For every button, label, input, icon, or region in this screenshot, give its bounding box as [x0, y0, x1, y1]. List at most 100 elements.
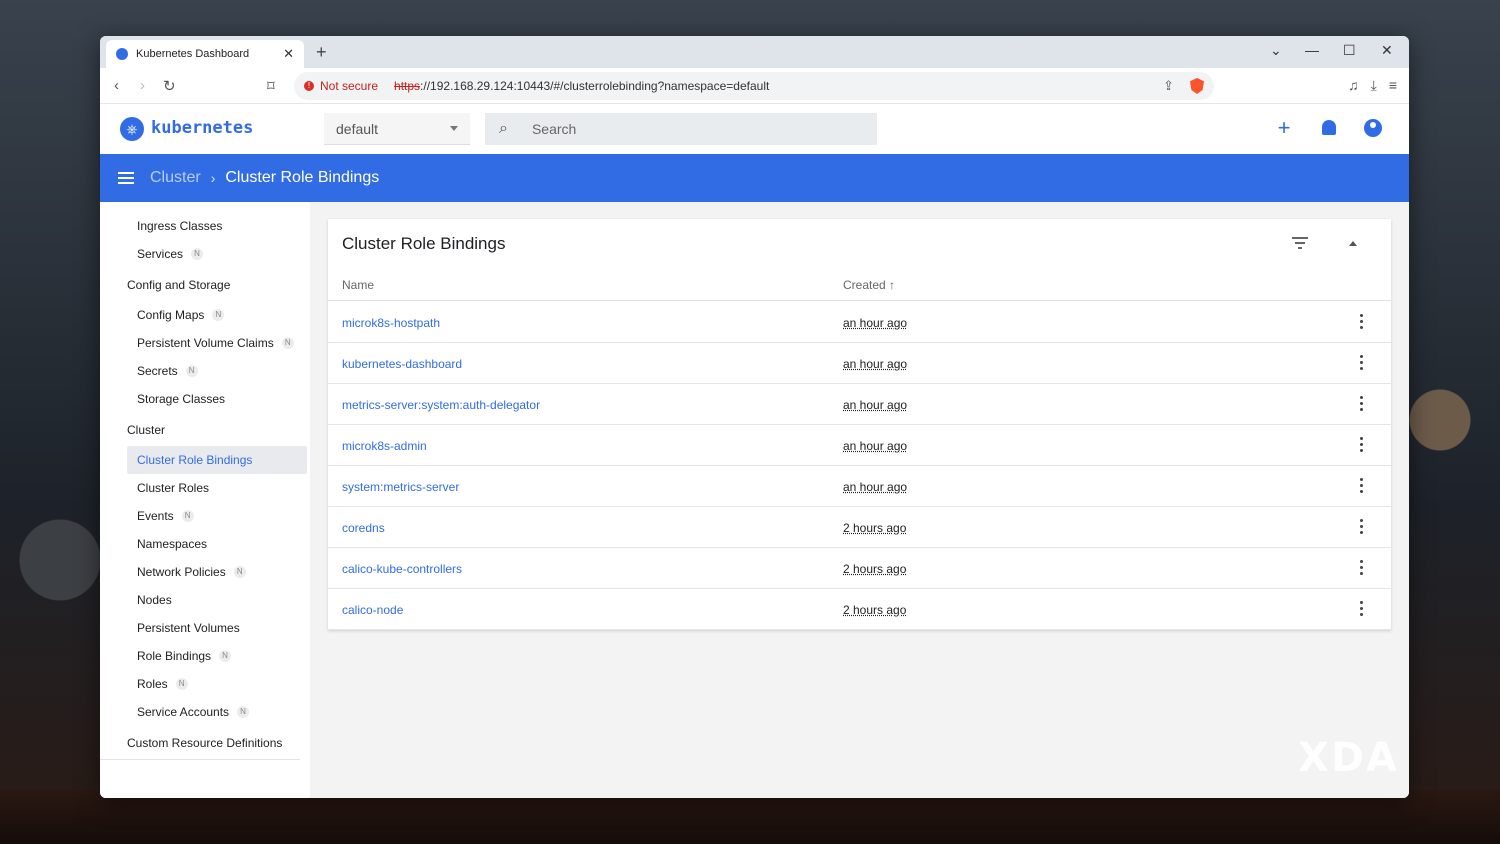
binding-name-link[interactable]: system:metrics-server [342, 480, 459, 494]
minimize-icon[interactable]: — [1305, 42, 1319, 58]
sidebar-item-ingress-classes[interactable]: Ingress Classes [100, 212, 310, 240]
sidebar-item-config-maps[interactable]: Config Maps N [100, 301, 310, 329]
card-title: Cluster Role Bindings [342, 234, 506, 253]
search-icon: ⌕ [499, 120, 508, 137]
binding-name-link[interactable]: coredns [342, 521, 385, 535]
breadcrumb-bar: Cluster › Cluster Role Bindings [100, 154, 1409, 202]
cluster-role-bindings-card: Cluster Role Bindings Name Created ↑ mic… [328, 219, 1391, 630]
share-icon[interactable]: ⇪ [1163, 78, 1174, 94]
more-vert-icon[interactable] [1356, 355, 1366, 371]
sidebar-item-roles[interactable]: Roles N [100, 670, 310, 698]
column-header-name[interactable]: Name [342, 278, 374, 292]
new-tab-icon[interactable]: + [316, 42, 327, 63]
sidebar-item-service-accounts[interactable]: Service Accounts N [100, 698, 310, 726]
maximize-icon[interactable]: ☐ [1343, 42, 1356, 59]
sidebar-item-secrets[interactable]: Secrets N [100, 357, 310, 385]
more-vert-icon[interactable] [1356, 314, 1366, 330]
sidebar-item-persistent-volumes[interactable]: Persistent Volumes [100, 614, 310, 642]
kubernetes-logo-icon[interactable]: ⎈ [120, 117, 144, 141]
more-vert-icon[interactable] [1356, 519, 1366, 535]
close-window-icon[interactable]: ✕ [1381, 42, 1393, 59]
more-vert-icon[interactable] [1356, 396, 1366, 412]
binding-name-link[interactable]: kubernetes-dashboard [342, 357, 462, 371]
more-vert-icon[interactable] [1356, 601, 1366, 617]
sidebar-item-events[interactable]: Events N [100, 502, 310, 530]
collapse-up-icon[interactable] [1349, 241, 1357, 246]
sidebar-item-nodes[interactable]: Nodes [100, 586, 310, 614]
namespaced-badge: N [219, 650, 232, 662]
security-label[interactable]: Not secure [320, 79, 378, 93]
more-vert-icon[interactable] [1356, 478, 1366, 494]
created-time: 2 hours ago [843, 603, 907, 617]
created-time: an hour ago [843, 316, 908, 330]
table-row: coredns 2 hours ago [328, 507, 1391, 548]
desktop-wallpaper-floor [0, 790, 1500, 844]
binding-name-link[interactable]: microk8s-hostpath [342, 316, 440, 330]
created-time: an hour ago [843, 398, 908, 412]
sidebar-item-role-bindings[interactable]: Role Bindings N [100, 642, 310, 670]
table-row: calico-kube-controllers 2 hours ago [328, 548, 1391, 589]
namespaced-badge: N [212, 309, 225, 321]
namespaced-badge: N [181, 510, 194, 522]
binding-name-link[interactable]: microk8s-admin [342, 439, 427, 453]
binding-name-link[interactable]: metrics-server:system:auth-delegator [342, 398, 540, 412]
namespaced-badge: N [281, 337, 294, 349]
url-text: ://192.168.29.124:10443/#/clusterrolebin… [420, 79, 770, 93]
namespace-select[interactable]: default [324, 113, 470, 145]
binding-name-link[interactable]: calico-kube-controllers [342, 562, 462, 576]
bookmark-icon[interactable]: ⌑ [267, 77, 275, 95]
address-bar[interactable]: ! Not secure https ://192.168.29.124:104… [294, 72, 1214, 100]
tab-search-icon[interactable]: ⌄ [1270, 42, 1282, 59]
notifications-bell-icon[interactable] [1318, 117, 1340, 139]
account-icon[interactable] [1362, 117, 1384, 139]
browser-window: Kubernetes Dashboard ✕ + ⌄ — ☐ ✕ ‹ › ↻ ⌑… [100, 36, 1409, 798]
created-time: 2 hours ago [843, 562, 907, 576]
back-icon[interactable]: ‹ [114, 77, 119, 94]
filter-icon[interactable] [1292, 237, 1308, 249]
hamburger-menu-icon[interactable] [118, 172, 134, 184]
url-scheme: https [394, 79, 421, 93]
sidebar-item-services[interactable]: Services N [100, 240, 310, 268]
browser-tab[interactable]: Kubernetes Dashboard ✕ [106, 40, 304, 68]
create-plus-icon[interactable]: + [1273, 117, 1295, 139]
search-input[interactable]: ⌕ Search [485, 113, 877, 145]
table-row: calico-node 2 hours ago [328, 589, 1391, 630]
namespaced-badge: N [175, 678, 188, 690]
kubernetes-favicon-icon [116, 48, 128, 60]
namespaced-badge: N [233, 566, 246, 578]
breadcrumb-parent[interactable]: Cluster [150, 169, 201, 187]
table-row: microk8s-admin an hour ago [328, 425, 1391, 466]
more-vert-icon[interactable] [1356, 437, 1366, 453]
reload-icon[interactable]: ↻ [163, 77, 176, 95]
brave-shield-icon[interactable] [1190, 78, 1204, 94]
sidebar-section-crds[interactable]: Custom Resource Definitions [100, 726, 310, 759]
column-header-created[interactable]: Created ↑ [843, 278, 895, 292]
sidebar-section-config[interactable]: Config and Storage [100, 268, 310, 301]
sidebar: Ingress Classes Services N Config and Sto… [100, 202, 310, 798]
browser-toolbar: ‹ › ↻ ⌑ ! Not secure https ://192.168.29… [100, 68, 1409, 104]
sidebar-item-network-policies[interactable]: Network Policies N [100, 558, 310, 586]
sidebar-item-namespaces[interactable]: Namespaces [100, 530, 310, 558]
table-header: Name Created ↑ [328, 267, 1391, 301]
sidebar-item-cluster-roles[interactable]: Cluster Roles [100, 474, 310, 502]
caret-down-icon [450, 126, 458, 131]
main-content: Ingress Classes Services N Config and Sto… [100, 202, 1409, 798]
sidebar-section-cluster[interactable]: Cluster [100, 413, 310, 446]
download-icon[interactable]: ⤓ [1371, 77, 1377, 94]
created-time: an hour ago [843, 357, 908, 371]
xda-watermark-logo: XDA [1298, 735, 1399, 781]
sidebar-item-cluster-role-bindings[interactable]: Cluster Role Bindings [127, 446, 307, 474]
brand-name[interactable]: kubernetes [151, 118, 253, 138]
table-row: system:metrics-server an hour ago [328, 466, 1391, 507]
menu-icon[interactable]: ≡ [1389, 77, 1397, 94]
table-row: kubernetes-dashboard an hour ago [328, 343, 1391, 384]
sidebar-item-storage-classes[interactable]: Storage Classes [100, 385, 310, 413]
sidebar-item-pvcs[interactable]: Persistent Volume Claims N [100, 329, 310, 357]
tab-close-icon[interactable]: ✕ [283, 46, 294, 62]
namespaced-badge: N [191, 248, 204, 260]
more-vert-icon[interactable] [1356, 560, 1366, 576]
forward-icon[interactable]: › [140, 77, 145, 94]
media-icon[interactable]: ♫ [1348, 77, 1359, 94]
warning-icon: ! [304, 81, 314, 91]
binding-name-link[interactable]: calico-node [342, 603, 403, 617]
